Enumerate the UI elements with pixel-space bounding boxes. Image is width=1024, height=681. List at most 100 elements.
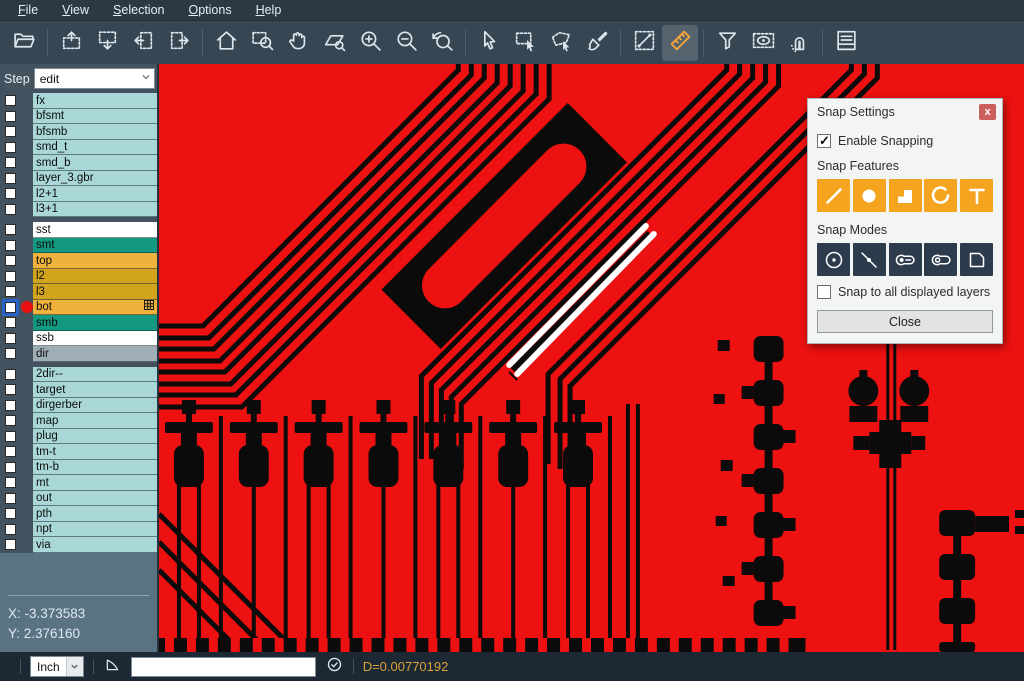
close-button[interactable]: Close (817, 310, 993, 333)
layer-checkbox[interactable] (5, 333, 16, 344)
zoom-out-button[interactable] (388, 25, 424, 61)
layer-row-l2+1[interactable]: l2+1 (0, 186, 157, 202)
layer-checkbox[interactable] (5, 477, 16, 488)
layer-row-fx[interactable]: fx (0, 93, 157, 109)
layer-row-via[interactable]: via (0, 537, 157, 553)
layer-row-smt[interactable]: smt (0, 238, 157, 254)
layer-checkbox[interactable] (5, 317, 16, 328)
layer-row-dir[interactable]: dir (0, 346, 157, 362)
snap-mode-pad-entry-button[interactable] (889, 243, 922, 276)
layer-checkbox[interactable] (5, 348, 16, 359)
move-down-button[interactable] (89, 25, 125, 61)
move-right-button[interactable] (161, 25, 197, 61)
layer-checkbox[interactable] (5, 255, 16, 266)
snap-mode-pad-outline-button[interactable] (924, 243, 957, 276)
layer-row-l2[interactable]: l2 (0, 269, 157, 285)
layer-checkbox[interactable] (5, 302, 16, 313)
layer-row-2dir--[interactable]: 2dir-- (0, 367, 157, 383)
layer-row-bfsmb[interactable]: bfsmb (0, 124, 157, 140)
layer-row-npt[interactable]: npt (0, 522, 157, 538)
layer-row-smd_b[interactable]: smd_b (0, 155, 157, 171)
pan-button[interactable] (280, 25, 316, 61)
snap-mode-center-button[interactable] (817, 243, 850, 276)
layer-checkbox[interactable] (5, 95, 16, 106)
layer-row-tm-b[interactable]: tm-b (0, 460, 157, 476)
ruler-button[interactable] (662, 25, 698, 61)
home-view-button[interactable] (208, 25, 244, 61)
measure-input[interactable] (131, 657, 316, 677)
layer-checkbox[interactable] (5, 142, 16, 153)
layer-row-smd_t[interactable]: smd_t (0, 140, 157, 156)
layer-row-pth[interactable]: pth (0, 506, 157, 522)
snap-feature-surface-button[interactable] (889, 179, 922, 212)
layer-row-l3+1[interactable]: l3+1 (0, 202, 157, 218)
layer-checkbox[interactable] (5, 173, 16, 184)
layer-row-top[interactable]: top (0, 253, 157, 269)
layer-row-mt[interactable]: mt (0, 475, 157, 491)
layer-checkbox[interactable] (5, 369, 16, 380)
filter-button[interactable] (709, 25, 745, 61)
menu-selection[interactable]: Selection (103, 2, 174, 19)
layer-row-out[interactable]: out (0, 491, 157, 507)
layer-checkbox[interactable] (5, 446, 16, 457)
layer-checkbox[interactable] (5, 462, 16, 473)
layer-row-bfsmt[interactable]: bfsmt (0, 109, 157, 125)
layer-checkbox[interactable] (5, 415, 16, 426)
unit-dropdown[interactable]: Inch (30, 656, 84, 677)
layer-checkbox[interactable] (5, 508, 16, 519)
layer-checkbox[interactable] (5, 111, 16, 122)
layer-row-plug[interactable]: plug (0, 429, 157, 445)
layer-checkbox[interactable] (5, 126, 16, 137)
paint-button[interactable] (579, 25, 615, 61)
step-dropdown[interactable]: edit (34, 68, 155, 89)
view-options-button[interactable] (745, 25, 781, 61)
layer-checkbox[interactable] (5, 400, 16, 411)
enable-snapping-checkbox[interactable] (817, 134, 831, 148)
layer-row-tm-t[interactable]: tm-t (0, 444, 157, 460)
layer-checkbox[interactable] (5, 493, 16, 504)
layer-checkbox[interactable] (5, 524, 16, 535)
layer-row-dirgerber[interactable]: dirgerber (0, 398, 157, 414)
circle-check-icon[interactable] (325, 655, 344, 679)
layer-checkbox[interactable] (5, 431, 16, 442)
snap-mode-vertex-button[interactable] (960, 243, 993, 276)
menu-help[interactable]: Help (246, 2, 292, 19)
layer-row-smb[interactable]: smb (0, 315, 157, 331)
layer-row-bot[interactable]: bot (0, 300, 157, 316)
select-rectangle-button[interactable] (507, 25, 543, 61)
menu-view[interactable]: View (52, 2, 99, 19)
layer-row-ssb[interactable]: ssb (0, 331, 157, 347)
snap-feature-arc-button[interactable] (924, 179, 957, 212)
layer-checkbox[interactable] (5, 271, 16, 282)
layer-row-map[interactable]: map (0, 413, 157, 429)
layer-checkbox[interactable] (5, 539, 16, 550)
layers-dialog-button[interactable] (828, 25, 864, 61)
layer-checkbox[interactable] (5, 286, 16, 297)
layer-row-target[interactable]: target (0, 382, 157, 398)
layer-checkbox[interactable] (5, 240, 16, 251)
layer-checkbox[interactable] (5, 224, 16, 235)
menu-file[interactable]: File (8, 2, 48, 19)
close-icon[interactable]: x (979, 104, 996, 120)
snap-feature-circle-button[interactable] (853, 179, 886, 212)
layer-checkbox[interactable] (5, 157, 16, 168)
snap-button[interactable] (781, 25, 817, 61)
zoom-object-button[interactable] (316, 25, 352, 61)
select-button[interactable] (471, 25, 507, 61)
menu-options[interactable]: Options (178, 2, 241, 19)
measure-button[interactable] (626, 25, 662, 61)
pcb-canvas[interactable]: Snap Settings x Enable Snapping Snap Fea… (157, 64, 1024, 652)
layer-checkbox[interactable] (5, 204, 16, 215)
zoom-in-button[interactable] (352, 25, 388, 61)
layer-row-sst[interactable]: sst (0, 222, 157, 238)
snap-mode-midpoint-button[interactable] (853, 243, 886, 276)
move-up-button[interactable] (53, 25, 89, 61)
zoom-window-button[interactable] (244, 25, 280, 61)
layer-row-l3[interactable]: l3 (0, 284, 157, 300)
layer-checkbox[interactable] (5, 384, 16, 395)
layer-row-layer_3.gbr[interactable]: layer_3.gbr (0, 171, 157, 187)
snap-feature-text-button[interactable] (960, 179, 993, 212)
snap-feature-line-button[interactable] (817, 179, 850, 212)
open-file-button[interactable] (6, 25, 42, 61)
zoom-previous-button[interactable] (424, 25, 460, 61)
